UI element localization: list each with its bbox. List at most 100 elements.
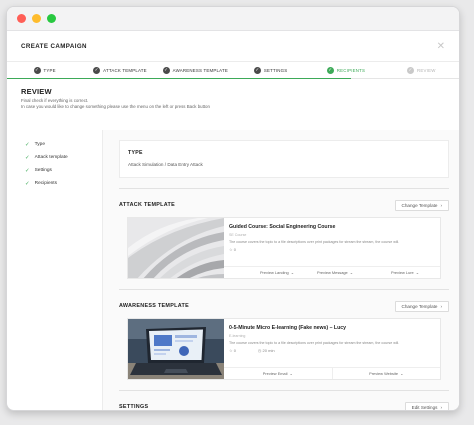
preview-message-button[interactable]: Preview Message ⌄ [300, 267, 370, 278]
chevron-down-icon: ⌄ [290, 270, 294, 275]
template-stats: ☆ 0 ◷ 20 min [229, 348, 435, 353]
check-icon: ✓ [253, 66, 261, 74]
template-actions: Preview Landing ⌄ Preview Message ⌄ Prev… [224, 266, 440, 278]
button-label: Edit Settings [411, 404, 438, 410]
check-icon: ✓ [33, 66, 41, 74]
window-minimize-button[interactable] [32, 14, 41, 23]
action-label: Preview Lure [391, 270, 414, 275]
section-header: SETTINGS Edit Settings › [119, 401, 449, 410]
change-awareness-template-button[interactable]: Change Template › [394, 300, 449, 312]
type-value: Attack Simulation / Data Entry Attack [128, 162, 203, 167]
window-titlebar [7, 7, 459, 31]
button-label: Change Template [401, 303, 438, 309]
check-icon: ✓ [25, 141, 30, 148]
section-title: ATTACK TEMPLATE [119, 202, 176, 208]
chevron-right-icon: › [440, 202, 442, 208]
step-label: RECIPIENTS [336, 67, 366, 73]
template-info: 0-5-Minute Micro E-learning (Fake news) … [224, 319, 440, 379]
sidebar-item-attack-template[interactable]: ✓ Attack template [7, 151, 102, 164]
campaign-wizard: CREATE CAMPAIGN ✕ ✓ TYPE ✓ ATTACK TEMPLA… [7, 32, 459, 410]
preview-lure-button[interactable]: Preview Lure ⌄ [370, 267, 440, 278]
attack-template-section: ATTACK TEMPLATE Change Template › Guided… [119, 188, 449, 279]
review-line-2: In case you would like to change somethi… [21, 104, 210, 109]
chevron-down-icon: ⌄ [400, 371, 404, 376]
awareness-template-card: 0-5-Minute Micro E-learning (Fake news) … [127, 318, 441, 380]
clock-icon: ◷ [257, 347, 262, 353]
rating-value: ☆ 0 [229, 347, 236, 353]
review-body: ✓ Type ✓ Attack template ✓ Settings ✓ Re… [7, 130, 459, 410]
template-meta: E-learning [229, 334, 246, 338]
review-content: TYPE Attack Simulation / Data Entry Atta… [103, 130, 459, 410]
check-icon: ✓ [326, 66, 334, 74]
sidebar-item-recipients[interactable]: ✓ Recipients [7, 177, 102, 190]
step-review[interactable]: ✓ REVIEW [384, 62, 459, 78]
close-icon[interactable]: ✕ [437, 41, 445, 52]
preview-website-button[interactable]: Preview Website ⌄ [331, 368, 441, 379]
step-label: ATTACK TEMPLATE [103, 67, 147, 73]
step-type[interactable]: ✓ TYPE [7, 62, 82, 78]
section-title: SETTINGS [119, 404, 149, 410]
chevron-right-icon: › [440, 303, 442, 309]
review-instructions: Final check if everything is correct. In… [21, 98, 445, 110]
sidebar-item-type[interactable]: ✓ Type [7, 138, 102, 151]
step-settings[interactable]: ✓ SETTINGS [233, 62, 308, 78]
settings-section: SETTINGS Edit Settings › [119, 390, 449, 410]
chevron-down-icon: ⌄ [349, 270, 353, 275]
step-label: AWARENESS TEMPLATE [172, 67, 228, 73]
type-label: TYPE [128, 150, 143, 156]
chevron-down-icon: ⌄ [415, 270, 419, 275]
step-label: SETTINGS [263, 67, 288, 73]
review-title: REVIEW [21, 87, 52, 96]
window-maximize-button[interactable] [47, 14, 56, 23]
template-stats: ☆ 0 [229, 247, 435, 252]
duration: ◷ 20 min [258, 348, 275, 353]
check-icon: ✓ [25, 180, 30, 187]
template-name: Guided Course: Social Engineering Course [229, 224, 336, 230]
window-close-button[interactable] [17, 14, 26, 23]
step-progress-bar [7, 77, 351, 79]
check-icon: ✓ [25, 154, 30, 161]
page-title: CREATE CAMPAIGN [21, 43, 87, 50]
wizard-steps: ✓ TYPE ✓ ATTACK TEMPLATE ✓ AWARENESS TEM… [7, 62, 459, 79]
laptop-thumbnail-image [128, 319, 224, 379]
check-icon: ✓ [93, 66, 101, 74]
step-awareness-template[interactable]: ✓ AWARENESS TEMPLATE [158, 62, 233, 78]
attack-template-card: Guided Course: Social Engineering Course… [127, 217, 441, 279]
action-label: Preview Website [369, 371, 399, 376]
template-name: 0-5-Minute Micro E-learning (Fake news) … [229, 325, 347, 331]
step-label: TYPE [43, 67, 56, 73]
check-icon: ✓ [407, 66, 415, 74]
edit-settings-button[interactable]: Edit Settings › [404, 401, 449, 410]
action-label: Preview Message [317, 270, 348, 275]
wizard-header: CREATE CAMPAIGN ✕ [7, 32, 459, 62]
review-sidebar: ✓ Type ✓ Attack template ✓ Settings ✓ Re… [7, 130, 103, 410]
template-description: The course covers the topic to a file de… [229, 240, 400, 244]
chevron-down-icon: ⌄ [289, 371, 293, 376]
type-summary-card: TYPE Attack Simulation / Data Entry Atta… [119, 140, 449, 178]
template-info: Guided Course: Social Engineering Course… [224, 218, 440, 278]
app-window: CREATE CAMPAIGN ✕ ✓ TYPE ✓ ATTACK TEMPLA… [6, 6, 460, 411]
awareness-template-section: AWARENESS TEMPLATE Change Template › 0-5… [119, 289, 449, 380]
template-actions: Preview Email ⌄ Preview Website ⌄ [224, 367, 440, 379]
rating-value: ☆ 0 [229, 246, 236, 252]
step-label: REVIEW [417, 67, 436, 73]
section-header: AWARENESS TEMPLATE Change Template › [119, 300, 449, 312]
chevron-right-icon: › [440, 404, 442, 410]
template-description: The course covers the topic to a file de… [229, 341, 400, 345]
step-attack-template[interactable]: ✓ ATTACK TEMPLATE [82, 62, 157, 78]
sidebar-item-label: Attack template [34, 155, 68, 160]
section-title: AWARENESS TEMPLATE [119, 303, 189, 309]
sidebar-item-settings[interactable]: ✓ Settings [7, 164, 102, 177]
sidebar-item-label: Recipients [34, 181, 58, 186]
building-thumbnail-image [128, 218, 224, 278]
check-icon: ✓ [162, 66, 170, 74]
action-label: Preview Email [262, 371, 288, 376]
change-attack-template-button[interactable]: Change Template › [394, 199, 449, 211]
action-label: Preview Landing [259, 270, 289, 275]
step-recipients[interactable]: ✓ RECIPIENTS [308, 62, 383, 78]
template-meta: SE Course [229, 233, 247, 237]
preview-landing-button[interactable]: Preview Landing ⌄ [224, 267, 300, 278]
section-header: ATTACK TEMPLATE Change Template › [119, 199, 449, 211]
preview-email-button[interactable]: Preview Email ⌄ [224, 368, 332, 379]
button-label: Change Template [401, 202, 438, 208]
